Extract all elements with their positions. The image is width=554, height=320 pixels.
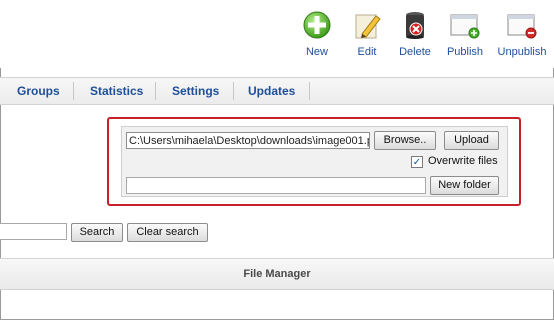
tab-settings[interactable]: Settings xyxy=(172,78,219,104)
upload-panel: C:\Users\mihaela\Desktop\downloads\image… xyxy=(121,126,508,197)
overwrite-label: Overwrite files xyxy=(428,155,498,167)
search-input[interactable] xyxy=(0,223,67,240)
tab-divider xyxy=(155,82,156,100)
upload-highlight-box: C:\Users\mihaela\Desktop\downloads\image… xyxy=(107,117,521,206)
unpublish-button[interactable]: Unpublish xyxy=(496,10,548,62)
tab-divider xyxy=(233,82,234,100)
publish-label: Publish xyxy=(446,46,484,58)
tab-divider xyxy=(73,82,74,100)
window-unpublish-icon xyxy=(507,10,537,40)
file-manager-header: File Manager xyxy=(0,258,554,290)
window-publish-icon xyxy=(450,10,480,40)
unpublish-label: Unpublish xyxy=(497,46,547,58)
file-manager-title: File Manager xyxy=(243,268,311,280)
new-label: New xyxy=(305,46,328,58)
upload-button[interactable]: Upload xyxy=(444,131,499,150)
clear-search-button[interactable]: Clear search xyxy=(127,223,208,242)
edit-button[interactable]: Edit xyxy=(341,10,393,62)
toolbar: New Edit Delete Publish Unpublish xyxy=(0,0,554,68)
edit-label: Edit xyxy=(357,46,377,58)
submenu-tabs: Groups Statistics Settings Updates xyxy=(0,77,554,105)
new-folder-button[interactable]: New folder xyxy=(430,176,499,195)
tab-statistics[interactable]: Statistics xyxy=(90,78,143,104)
pencil-paper-icon xyxy=(352,10,382,40)
delete-button[interactable]: Delete xyxy=(389,10,441,62)
browse-button[interactable]: Browse.. xyxy=(374,131,436,150)
publish-button[interactable]: Publish xyxy=(439,10,491,62)
tab-divider xyxy=(309,82,310,100)
overwrite-checkbox[interactable]: ✓ xyxy=(411,156,423,168)
new-button[interactable]: New xyxy=(291,10,343,62)
trash-can-icon xyxy=(400,10,430,40)
file-path-input[interactable]: C:\Users\mihaela\Desktop\downloads\image… xyxy=(126,132,370,149)
delete-label: Delete xyxy=(399,46,431,58)
search-button[interactable]: Search xyxy=(71,223,123,242)
tab-groups[interactable]: Groups xyxy=(17,78,60,104)
tab-updates[interactable]: Updates xyxy=(248,78,295,104)
new-folder-input[interactable] xyxy=(126,177,426,194)
plus-circle-icon xyxy=(302,10,332,40)
